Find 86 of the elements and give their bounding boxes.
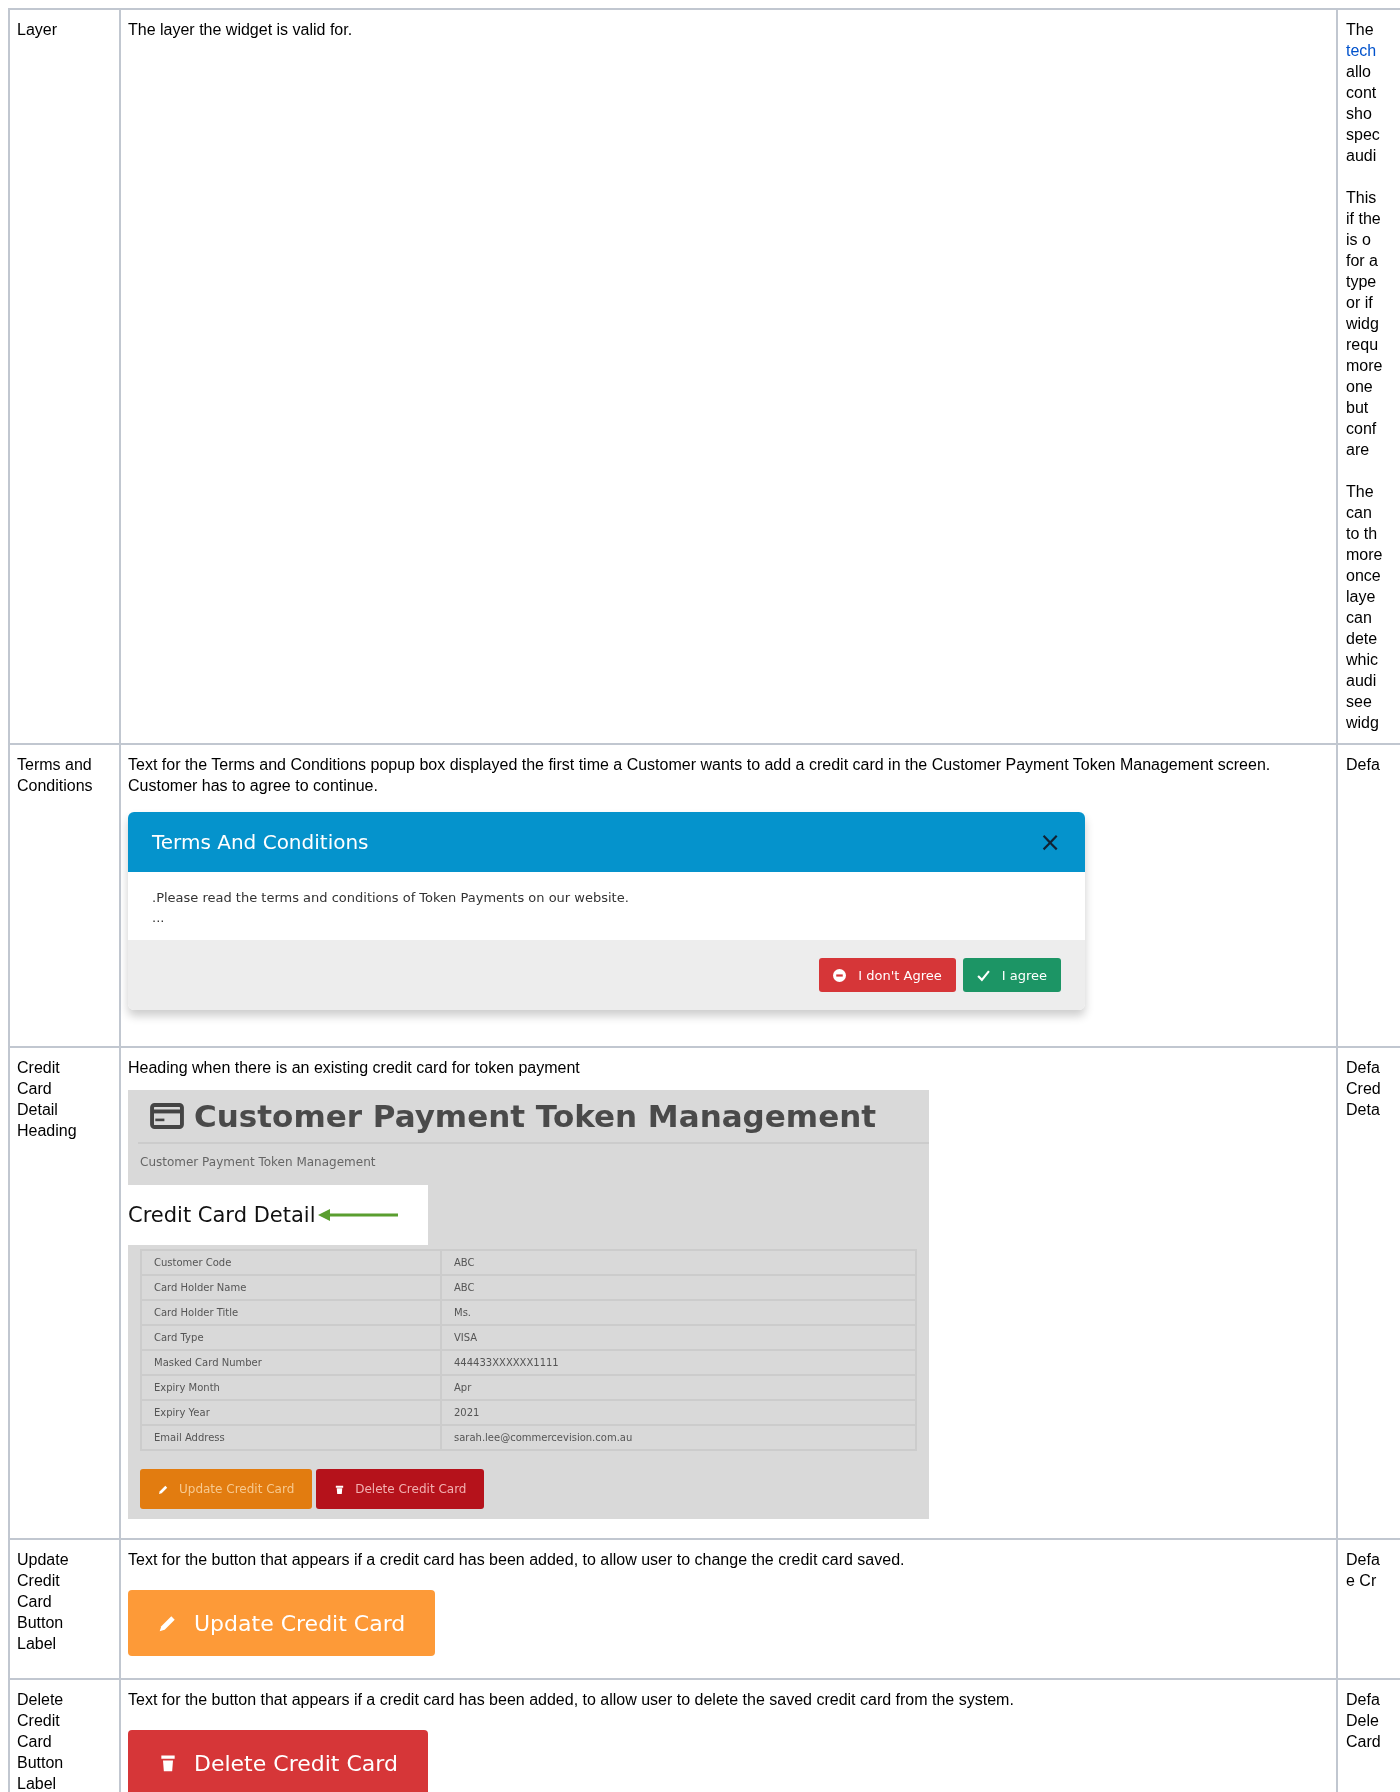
breadcrumb: Customer Payment Token Management xyxy=(139,1154,377,1171)
table-cell: Customer Code xyxy=(142,1251,442,1274)
note-text: sho xyxy=(1346,104,1372,124)
parameter-name: Credit Card Detail Heading xyxy=(17,1058,78,1141)
note-text: conf xyxy=(1346,419,1377,439)
note-text: Deta xyxy=(1346,1100,1380,1120)
note-text: widg xyxy=(1346,314,1379,334)
note-text: are xyxy=(1346,440,1370,460)
note-text: Dele xyxy=(1346,1711,1379,1731)
trash-icon xyxy=(334,1483,346,1495)
link[interactable]: tech xyxy=(1346,40,1377,61)
note-text: Defa xyxy=(1346,1690,1380,1710)
note-text: type xyxy=(1346,272,1377,292)
dialog-title: Terms And Conditions xyxy=(152,831,369,853)
note-text: spec xyxy=(1346,125,1380,145)
trash-icon xyxy=(158,1753,178,1773)
note-text: once xyxy=(1346,566,1381,586)
note-text: allo xyxy=(1346,62,1371,82)
table-cell: Expiry Year xyxy=(142,1401,442,1424)
description-text: Text for the button that appears if a credit card has been added, to allow user to change the credit card saved. xyxy=(128,1550,906,1570)
page-title: Customer Payment Token Management xyxy=(194,1097,877,1136)
dialog-button[interactable]: I don't Agree xyxy=(819,958,956,992)
pencil-icon xyxy=(158,1483,169,1495)
note-text: can xyxy=(1346,608,1372,628)
dialog-text: ... xyxy=(152,909,166,927)
note-text: laye xyxy=(1346,587,1376,607)
note-text: one xyxy=(1346,377,1373,397)
note-text: Cred xyxy=(1346,1079,1381,1099)
note-text: for a xyxy=(1346,251,1378,271)
table-cell: Card Holder Name xyxy=(142,1276,442,1299)
note-text: widg xyxy=(1346,713,1379,733)
parameter-name: Terms and Conditions xyxy=(17,755,94,796)
table-cell: Card Holder Title xyxy=(142,1301,442,1324)
note-text: Defa xyxy=(1346,1058,1380,1078)
note-text: The xyxy=(1346,482,1374,502)
table-cell-text: Ms. xyxy=(453,1306,473,1320)
arrow-icon xyxy=(317,1209,400,1221)
dialog-button[interactable]: I agree xyxy=(962,958,1061,992)
note-text: or if xyxy=(1346,293,1373,313)
table-cell-text: 2021 xyxy=(453,1406,481,1420)
description-text: Text for the button that appears if a credit card has been added, to allow user to delete the saved credit card from the system. xyxy=(128,1690,1015,1710)
parameter-name: Delete Credit Card Button Label xyxy=(17,1690,65,1792)
table-cell-text: 444433XXXXXX1111 xyxy=(453,1356,560,1370)
table-cell-text: ABC xyxy=(453,1256,476,1270)
parameter-name: Layer xyxy=(17,20,59,40)
section-heading: Credit Card Detail xyxy=(128,1204,316,1226)
parameter-name: Update Credit Card Button Label xyxy=(17,1550,70,1654)
note-text: audi xyxy=(1346,146,1377,166)
note-text: audi xyxy=(1346,671,1377,691)
note-text: e Cr xyxy=(1346,1571,1377,1591)
close-icon[interactable]: × xyxy=(1039,831,1061,853)
dialog-text: .Please read the terms and conditions of Token Payments on our website. xyxy=(152,889,630,907)
note-text: if the xyxy=(1346,209,1381,229)
note-text: This xyxy=(1346,188,1377,208)
note-text: is o xyxy=(1346,230,1371,250)
description-text: The layer the widget is valid for. xyxy=(128,20,354,40)
table-cell: Card Type xyxy=(142,1326,442,1349)
note-text: cont xyxy=(1346,83,1377,103)
note-text: Defa xyxy=(1346,1550,1380,1570)
table-cell-text: ABC xyxy=(453,1281,476,1295)
note-text: whic xyxy=(1346,650,1378,670)
table-cell-text: Apr xyxy=(453,1381,473,1395)
description-text: Text for the Terms and Conditions popup box displayed the first time a Customer wants to add a credit card in the Customer Payment Token Management screen. Customer has to agree to continue. xyxy=(128,755,1272,796)
example-button[interactable]: Delete Credit Card xyxy=(128,1730,428,1792)
description-text: Heading when there is an existing credit card for token payment xyxy=(128,1058,581,1078)
credit-card-icon xyxy=(150,1103,184,1129)
table-cell: Masked Card Number xyxy=(142,1351,442,1374)
table-cell-text: sarah.lee@commercevision.com.au xyxy=(453,1431,634,1445)
small-button[interactable]: Delete Credit Card xyxy=(316,1469,485,1509)
note-text: Card xyxy=(1346,1732,1381,1752)
note-text: dete xyxy=(1346,629,1378,649)
note-text: requ xyxy=(1346,335,1379,355)
note-text: Defa xyxy=(1346,755,1380,775)
note-text: to th xyxy=(1346,524,1378,544)
table-cell: Email Address xyxy=(142,1426,442,1449)
table-cell-text: VISA xyxy=(453,1331,479,1345)
minus-circle-icon xyxy=(833,968,847,982)
note-text: but xyxy=(1346,398,1369,418)
table-cell: Expiry Month xyxy=(142,1376,442,1399)
note-text: more xyxy=(1346,356,1383,376)
note-text: see xyxy=(1346,692,1372,712)
note-text: more xyxy=(1346,545,1383,565)
note-text: The xyxy=(1346,20,1374,40)
note-text: can xyxy=(1346,503,1372,523)
pencil-icon xyxy=(158,1613,178,1633)
check-icon xyxy=(976,968,990,982)
